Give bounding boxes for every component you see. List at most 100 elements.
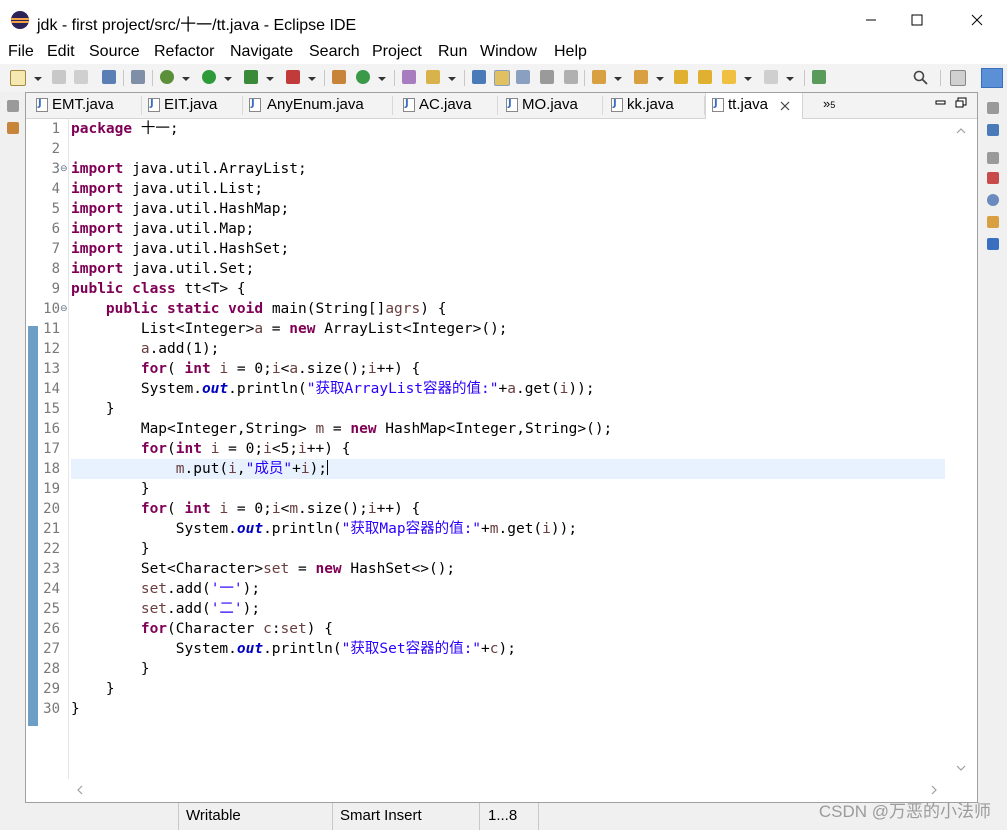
scroll-left-icon[interactable] xyxy=(76,785,84,795)
open-perspective-icon[interactable] xyxy=(950,70,966,86)
javadoc-icon[interactable] xyxy=(987,194,999,206)
static-field: out xyxy=(236,641,264,657)
maximize-button[interactable] xyxy=(894,0,940,40)
close-window-button[interactable] xyxy=(954,0,1000,40)
chevron-down-icon[interactable] xyxy=(614,77,622,81)
tab-emt-java[interactable]: EMT.java xyxy=(30,93,142,118)
code-text: HashSet<>(); xyxy=(341,561,456,577)
chevron-down-icon[interactable] xyxy=(448,77,456,81)
local-variable: i xyxy=(271,361,281,377)
coverage-icon[interactable] xyxy=(244,70,258,84)
new-wizard-icon[interactable] xyxy=(10,70,26,86)
restore-view-icon[interactable] xyxy=(987,102,999,114)
open-type-icon[interactable] xyxy=(402,70,416,84)
restore-view-icon[interactable] xyxy=(987,152,999,164)
java-perspective-icon[interactable] xyxy=(981,68,1003,88)
chevron-down-icon[interactable] xyxy=(378,77,386,81)
console-icon[interactable] xyxy=(102,70,116,84)
last-edit-location-icon[interactable] xyxy=(674,70,688,84)
scroll-up-icon[interactable] xyxy=(956,127,966,135)
word-wrap-icon[interactable] xyxy=(540,70,554,84)
chevron-down-icon[interactable] xyxy=(656,77,664,81)
save-all-icon[interactable] xyxy=(74,70,88,84)
code-line-20: for( int i = 0;i<m.size();i++) { xyxy=(71,499,420,519)
console-view-icon[interactable] xyxy=(987,238,999,250)
keyword: public xyxy=(71,281,124,297)
menu-file[interactable]: File xyxy=(8,43,34,61)
forward-icon[interactable] xyxy=(764,70,778,84)
problems-icon[interactable] xyxy=(987,172,999,184)
line-number-ruler: 1 2 3 4 5 6 7 8 9 10 11 12 13 14 15 16 17 18 19 20 21 22 23 24 2… xyxy=(26,119,69,779)
minimize-button[interactable] xyxy=(848,0,894,40)
block-selection-icon[interactable] xyxy=(516,70,530,84)
search-icon[interactable] xyxy=(913,70,929,86)
code-area[interactable]: package 十一; import java.util.ArrayList; … xyxy=(71,119,945,779)
close-tab-icon[interactable] xyxy=(780,101,790,111)
chevron-down-icon[interactable] xyxy=(786,77,794,81)
maximize-view-icon[interactable] xyxy=(955,97,967,109)
restore-view-icon[interactable] xyxy=(7,100,19,112)
new-class-icon[interactable] xyxy=(356,70,370,84)
text-caret xyxy=(327,460,329,475)
code-text: } xyxy=(71,701,80,717)
code-text: 十一; xyxy=(132,121,179,137)
line-number: 25 xyxy=(43,601,60,617)
menu-run[interactable]: Run xyxy=(438,43,467,61)
outline-icon[interactable] xyxy=(987,124,999,136)
forward-edit-location-icon[interactable] xyxy=(698,70,712,84)
tab-overflow-button[interactable]: »5 xyxy=(823,96,835,111)
menu-project[interactable]: Project xyxy=(372,43,422,61)
debug-icon[interactable] xyxy=(160,70,174,84)
highlight-icon[interactable] xyxy=(494,70,510,86)
skip-breakpoints-icon[interactable] xyxy=(131,70,145,84)
tab-eit-java[interactable]: EIT.java xyxy=(142,93,243,118)
code-text: + xyxy=(292,461,301,477)
chevron-down-icon[interactable] xyxy=(266,77,274,81)
next-annotation-icon[interactable] xyxy=(592,70,606,84)
code-text: ); xyxy=(498,641,516,657)
menu-window[interactable]: Window xyxy=(480,43,537,61)
menu-refactor[interactable]: Refactor xyxy=(154,43,214,61)
run-icon[interactable] xyxy=(202,70,216,84)
tab-mo-java[interactable]: MO.java xyxy=(498,93,603,118)
keyword: for xyxy=(140,621,168,637)
package-explorer-icon[interactable] xyxy=(7,122,19,134)
tab-anyenum-java[interactable]: AnyEnum.java xyxy=(243,93,393,118)
code-text: java.util.HashMap; xyxy=(123,201,290,217)
menu-source[interactable]: Source xyxy=(89,43,140,61)
line-number: 28 xyxy=(43,661,60,677)
fold-collapse-icon[interactable]: ⊖ xyxy=(60,299,68,319)
save-icon[interactable] xyxy=(52,70,66,84)
tab-tt-java[interactable]: tt.java xyxy=(705,93,803,119)
local-variable: i xyxy=(367,501,377,517)
minimize-view-icon[interactable] xyxy=(935,98,947,108)
vertical-scrollbar[interactable] xyxy=(945,119,977,779)
pin-editor-icon[interactable] xyxy=(812,70,826,84)
chevron-down-icon[interactable] xyxy=(34,77,42,81)
line-number: 5 xyxy=(51,201,60,217)
chevron-down-icon[interactable] xyxy=(308,77,316,81)
scroll-down-icon[interactable] xyxy=(956,764,966,772)
toggle-occurrences-icon[interactable] xyxy=(472,70,486,84)
declaration-icon[interactable] xyxy=(987,216,999,228)
previous-annotation-icon[interactable] xyxy=(634,70,648,84)
external-tools-icon[interactable] xyxy=(286,70,300,84)
menu-edit[interactable]: Edit xyxy=(47,43,75,61)
chevron-down-icon[interactable] xyxy=(224,77,232,81)
tab-kk-java[interactable]: kk.java xyxy=(603,93,705,118)
search-task-icon[interactable] xyxy=(426,70,440,84)
back-icon[interactable] xyxy=(722,70,736,84)
menu-bar: File Edit Source Refactor Navigate Searc… xyxy=(0,40,1007,64)
chevron-down-icon[interactable] xyxy=(182,77,190,81)
menu-navigate[interactable]: Navigate xyxy=(230,43,293,61)
chevron-down-icon[interactable] xyxy=(744,77,752,81)
parameter-name: agrs xyxy=(385,301,421,317)
menu-help[interactable]: Help xyxy=(554,43,587,61)
menu-search[interactable]: Search xyxy=(309,43,360,61)
show-whitespace-icon[interactable] xyxy=(564,70,578,84)
scroll-right-icon[interactable] xyxy=(930,785,938,795)
tab-ac-java[interactable]: AC.java xyxy=(393,93,498,118)
new-java-project-icon[interactable] xyxy=(332,70,346,84)
fold-collapse-icon[interactable]: ⊖ xyxy=(60,159,68,179)
code-text: ++) { xyxy=(376,501,421,517)
